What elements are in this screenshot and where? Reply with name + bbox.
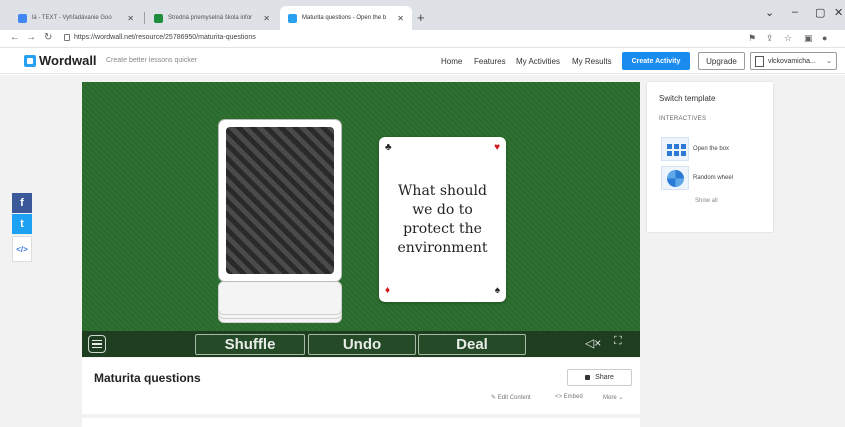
diamond-icon: ♦ — [385, 285, 391, 296]
more-menu[interactable]: More ⌄ — [603, 394, 623, 401]
tab-title: Maturita questions - Open the b — [302, 15, 387, 21]
content-strip — [82, 418, 640, 427]
tab-separator — [144, 12, 145, 24]
deck-stack — [218, 281, 342, 315]
show-all-link[interactable]: Show all — [695, 198, 718, 204]
activity-title: Maturita questions — [94, 371, 201, 385]
browser-tab[interactable]: Stredná priemyselná škola infor ✕ — [146, 6, 278, 30]
lock-icon — [64, 34, 70, 41]
nav-my-results[interactable]: My Results — [572, 57, 612, 66]
fullscreen-icon[interactable]: ⛶ — [614, 335, 622, 348]
forward-icon[interactable]: → — [26, 32, 36, 43]
lock-icon — [585, 375, 591, 380]
bookmark-star-icon[interactable]: ☆ — [784, 33, 792, 44]
upgrade-button[interactable]: Upgrade — [698, 52, 745, 70]
wordwall-logo[interactable]: Wordwall — [24, 53, 97, 68]
panel-title: Switch template — [659, 94, 716, 103]
deck-top-card[interactable] — [218, 119, 342, 282]
question-text: What should we do to protect the environ… — [397, 182, 488, 256]
nav-home[interactable]: Home — [441, 57, 462, 66]
logo-text: Wordwall — [39, 53, 97, 68]
deal-button[interactable]: Deal — [418, 334, 526, 355]
address-bar: ← → ↻ https://wordwall.net/resource/2578… — [0, 30, 845, 48]
minimize-icon[interactable]: – — [792, 6, 798, 18]
game-controls: Shuffle Undo Deal ◁× ⛶ — [82, 331, 640, 357]
extensions-icon[interactable]: ▣ — [804, 33, 813, 44]
shuffle-button[interactable]: Shuffle — [195, 334, 305, 355]
club-icon: ♣ — [385, 142, 392, 153]
new-tab-button[interactable]: + — [417, 10, 425, 25]
tagline: Create better lessons quicker — [106, 57, 198, 64]
browser-tab-active[interactable]: Maturita questions - Open the b ✕ — [280, 6, 412, 30]
embed-link[interactable]: <> Embed — [555, 394, 583, 400]
tab-close-icon[interactable]: ✕ — [391, 14, 404, 23]
spade-icon: ♠ — [494, 285, 500, 296]
template-open-the-box[interactable]: Open the box — [661, 137, 771, 161]
template-label: Random wheel — [693, 175, 734, 181]
browser-tab-strip: lá - TEXT - Vyhľadávanie Goo ✕ Stredná p… — [0, 0, 845, 30]
card-back-pattern — [226, 127, 334, 274]
nav-my-activities[interactable]: My Activities — [516, 57, 560, 66]
switch-template-panel: Switch template INTERACTIVES Open the bo… — [647, 82, 773, 232]
heart-icon: ♥ — [494, 142, 500, 153]
open-the-box-icon — [661, 137, 689, 161]
tab-close-icon[interactable]: ✕ — [257, 14, 270, 23]
username: vlckovamicha... — [768, 57, 816, 65]
share-page-icon[interactable]: ⇪ — [766, 33, 774, 44]
maximize-icon[interactable]: ▢ — [815, 6, 825, 19]
template-random-wheel[interactable]: Random wheel — [661, 166, 771, 190]
wordwall-logo-icon — [24, 54, 36, 67]
site-header: Wordwall Create better lessons quicker H… — [0, 48, 845, 74]
tab-title: lá - TEXT - Vyhľadávanie Goo — [32, 15, 112, 21]
google-favicon-icon — [18, 13, 27, 23]
tab-title: Stredná priemyselná škola infor — [168, 15, 253, 21]
profile-icon[interactable]: ● — [822, 33, 827, 43]
close-window-icon[interactable]: ✕ — [834, 6, 843, 19]
browser-tab[interactable]: lá - TEXT - Vyhľadávanie Goo ✕ — [10, 6, 142, 30]
url-field[interactable]: https://wordwall.net/resource/25786950/m… — [74, 34, 256, 41]
back-icon[interactable]: ← — [10, 32, 20, 43]
embed-share-button[interactable]: </> — [12, 236, 32, 262]
panel-subtitle: INTERACTIVES — [659, 116, 707, 122]
game-menu-button[interactable] — [88, 335, 106, 353]
card-deck[interactable] — [218, 119, 342, 323]
edit-content-link[interactable]: ✎ Edit Content — [491, 394, 531, 401]
user-menu[interactable]: vlckovamicha... ⌄ — [750, 52, 837, 70]
twitter-share-button[interactable]: t — [12, 214, 32, 234]
school-favicon-icon — [154, 13, 163, 23]
undo-button[interactable]: Undo — [308, 334, 416, 355]
nav-features[interactable]: Features — [474, 57, 506, 66]
template-label: Open the box — [693, 146, 730, 152]
game-area: ♣ ♥ ♦ ♠ What should we do to protect the… — [82, 82, 640, 357]
chevron-down-icon: ⌄ — [826, 58, 832, 65]
tab-close-icon[interactable]: ✕ — [121, 14, 134, 23]
share-label: Share — [595, 374, 614, 381]
translate-icon[interactable]: ⚑ — [748, 33, 756, 44]
facebook-share-button[interactable]: f — [12, 193, 32, 213]
reload-icon[interactable]: ↻ — [44, 32, 52, 43]
tab-search-icon[interactable]: ⌄ — [765, 6, 774, 19]
question-card[interactable]: ♣ ♥ ♦ ♠ What should we do to protect the… — [379, 137, 506, 302]
activity-info-panel: Maturita questions Share ✎ Edit Content … — [82, 358, 640, 414]
wordwall-favicon-icon — [288, 13, 297, 23]
random-wheel-icon — [661, 166, 689, 190]
create-activity-button[interactable]: Create Activity — [622, 52, 690, 70]
user-avatar-icon — [755, 55, 764, 67]
share-button[interactable]: Share — [567, 369, 632, 386]
mute-icon[interactable]: ◁× — [585, 336, 601, 350]
